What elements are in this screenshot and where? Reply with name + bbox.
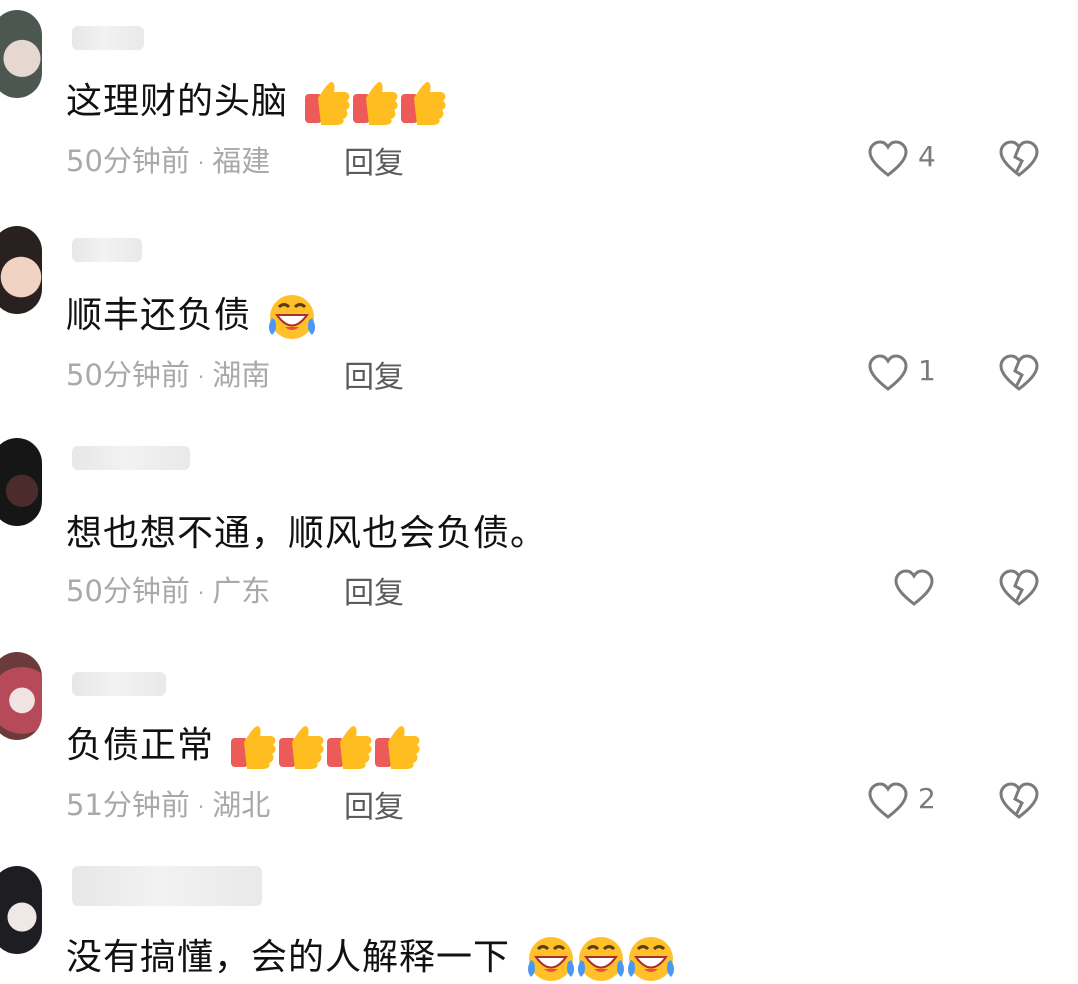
timestamp: 51分钟前 — [66, 788, 190, 822]
comment-text: 想也想不通，顺风也会负债。 — [66, 504, 547, 556]
meta-separator: · — [197, 795, 205, 819]
timestamp: 50分钟前 — [66, 574, 190, 608]
region: 福建 — [212, 144, 271, 178]
comment-meta: 50分钟前 · 福建 — [66, 138, 270, 180]
heart-icon[interactable] — [867, 140, 909, 178]
username-blurred[interactable] — [72, 238, 142, 262]
broken-heart-icon[interactable] — [998, 569, 1040, 607]
broken-heart-icon[interactable] — [998, 140, 1040, 178]
timestamp: 50分钟前 — [66, 144, 190, 178]
comment-meta: 50分钟前 · 湖南 — [66, 352, 270, 394]
comment-item: 负债正常 51分钟前 · 湖北 回复 2 — [0, 642, 1078, 856]
avatar[interactable] — [0, 10, 42, 98]
comment-body: 想也想不通，顺风也会负债。 — [66, 513, 548, 554]
region: 湖北 — [212, 788, 271, 822]
comment-text: 这理财的头脑 — [66, 72, 448, 126]
username-blurred[interactable] — [72, 672, 166, 696]
comment-body: 顺丰还负债 — [66, 295, 252, 336]
username-blurred[interactable] — [72, 446, 190, 470]
like-count: 4 — [918, 140, 936, 173]
emoji-thumbs-up-icon — [230, 724, 422, 770]
reply-button[interactable]: 回复 — [344, 352, 404, 396]
comment-item: 没有搞懂，会的人解释一下 — [0, 856, 1078, 981]
comment-item: 想也想不通，顺风也会负债。 50分钟前 · 广东 回复 — [0, 428, 1078, 642]
reply-button[interactable]: 回复 — [344, 138, 404, 182]
comment-text: 负债正常 — [66, 716, 422, 770]
comment-item: 顺丰还负债 50分钟前 · 湖南 回复 1 — [0, 214, 1078, 428]
comment-body: 这理财的头脑 — [66, 81, 289, 122]
avatar[interactable] — [0, 866, 42, 954]
like-count: 2 — [918, 782, 936, 815]
avatar[interactable] — [0, 652, 42, 740]
heart-icon[interactable] — [867, 354, 909, 392]
timestamp: 50分钟前 — [66, 358, 190, 392]
heart-icon[interactable] — [893, 569, 935, 607]
broken-heart-icon[interactable] — [998, 354, 1040, 392]
broken-heart-icon[interactable] — [998, 782, 1040, 820]
reply-button[interactable]: 回复 — [344, 782, 404, 826]
comment-text: 顺丰还负债 — [66, 286, 317, 342]
emoji-laughing-crying-icon — [526, 934, 676, 984]
comment-body: 负债正常 — [66, 725, 215, 766]
like-count: 1 — [918, 354, 936, 387]
region: 广东 — [212, 574, 271, 608]
region: 湖南 — [212, 358, 271, 392]
comment-meta: 50分钟前 · 广东 — [66, 568, 270, 610]
comment-meta: 51分钟前 · 湖北 — [66, 782, 270, 824]
emoji-thumbs-up-icon — [304, 80, 448, 126]
avatar[interactable] — [0, 226, 42, 314]
meta-separator: · — [197, 581, 205, 605]
heart-icon[interactable] — [867, 782, 909, 820]
emoji-laughing-crying-icon — [267, 292, 317, 342]
reply-button[interactable]: 回复 — [344, 568, 404, 612]
meta-separator: · — [197, 151, 205, 175]
avatar[interactable] — [0, 438, 42, 526]
comment-body: 没有搞懂，会的人解释一下 — [66, 937, 511, 978]
comment-item: 这理财的头脑 50分钟前 · 福建 回复 4 — [0, 0, 1078, 214]
username-blurred[interactable] — [72, 26, 144, 50]
username-blurred[interactable] — [72, 866, 262, 906]
meta-separator: · — [197, 365, 205, 389]
